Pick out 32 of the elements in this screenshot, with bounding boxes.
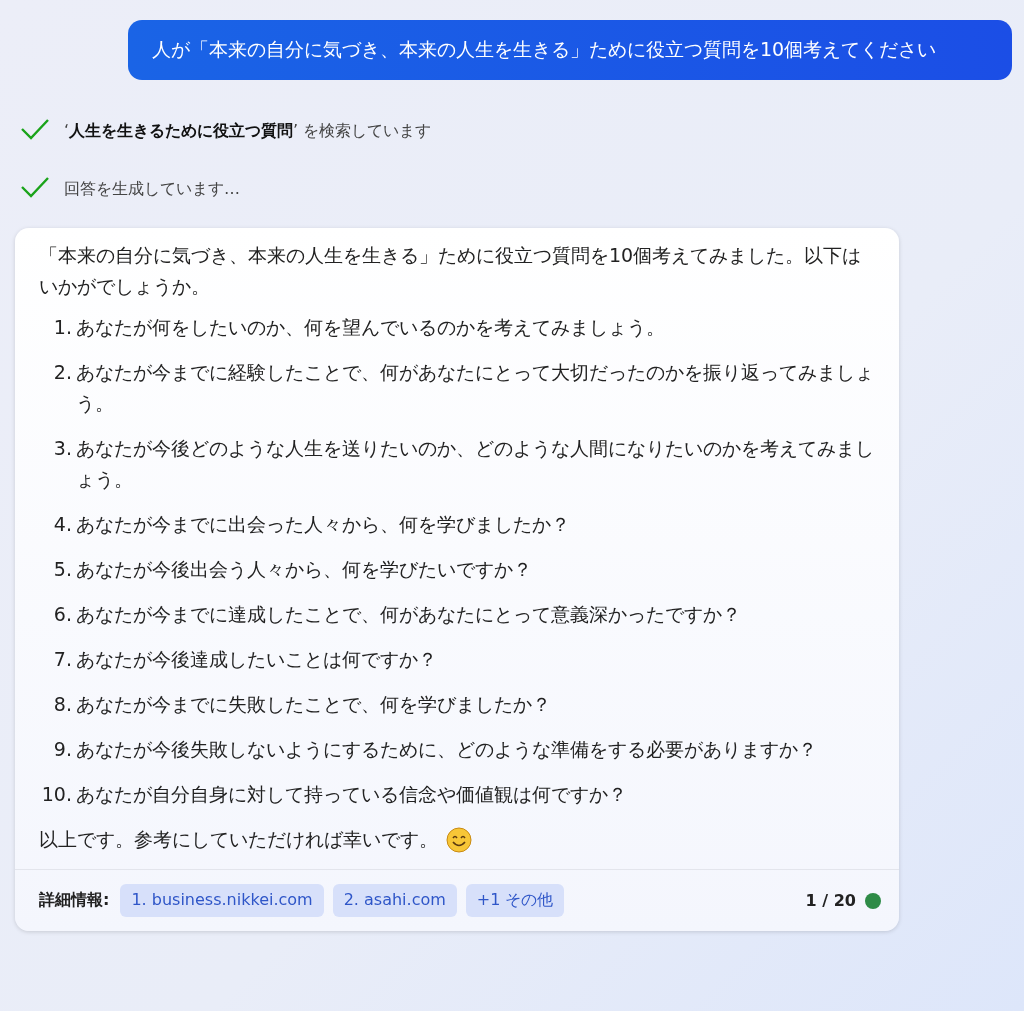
item-number: 4. — [52, 512, 72, 537]
status-dot-icon — [865, 892, 881, 909]
question-text: あなたが今後失敗しないようにするために、どのような準備をする必要がありますか？ — [76, 737, 817, 762]
response-count: 1 / 20 — [805, 891, 856, 910]
item-number: 8. — [52, 692, 72, 717]
item-number: 9. — [52, 737, 72, 762]
item-number: 1. — [52, 315, 72, 340]
item-number: 6. — [52, 602, 72, 627]
status-text: ‘人生を生きるために役立つ質問’ を検索しています — [64, 120, 432, 142]
closing-text: 以上です。参考にしていただければ幸いです。 — [39, 827, 438, 852]
smiling-face-icon — [446, 826, 472, 853]
source-link[interactable]: 1. business.nikkei.com — [120, 884, 324, 917]
item-number: 2. — [52, 360, 72, 385]
question-text: あなたが今後どのような人生を送りたいのか、どのような人間になりたいのかを考えてみましょう。 — [76, 436, 875, 492]
item-number: 10. — [40, 782, 72, 807]
user-message: 人が「本来の自分に気づき、本来の人生を生きる」ために役立つ質問を10個考えてください — [128, 20, 1012, 80]
question-text: あなたが何をしたいのか、何を望んでいるのかを考えてみましょう。 — [76, 315, 665, 340]
item-number: 5. — [52, 557, 72, 582]
item-number: 7. — [52, 647, 72, 672]
source-link[interactable]: 2. asahi.com — [332, 884, 457, 917]
question-text: あなたが自分自身に対して持っている信念や価値観は何ですか？ — [76, 782, 627, 807]
question-text: あなたが今までに経験したことで、何があなたにとって大切だったのかを振り返ってみましょう。 — [76, 360, 875, 416]
answer-intro: 「本来の自分に気づき、本来の人生を生きる」ために役立つ質問を10個考えてみました。以下はいかがでしょうか。 — [39, 243, 863, 299]
status-text: 回答を生成しています… — [64, 178, 240, 200]
source-link[interactable]: +1 その他 — [465, 884, 565, 917]
question-text: あなたが今までに達成したことで、何があなたにとって意義深かったですか？ — [76, 602, 741, 627]
item-number: 3. — [52, 436, 72, 461]
question-text: あなたが今までに失敗したことで、何を学びましたか？ — [76, 692, 551, 717]
question-text: あなたが今後出会う人々から、何を学びたいですか？ — [76, 557, 532, 582]
learn-more-label: 詳細情報: — [39, 890, 110, 911]
question-text: あなたが今までに出会った人々から、何を学びましたか？ — [76, 512, 570, 537]
question-text: あなたが今後達成したいことは何ですか？ — [76, 647, 437, 672]
